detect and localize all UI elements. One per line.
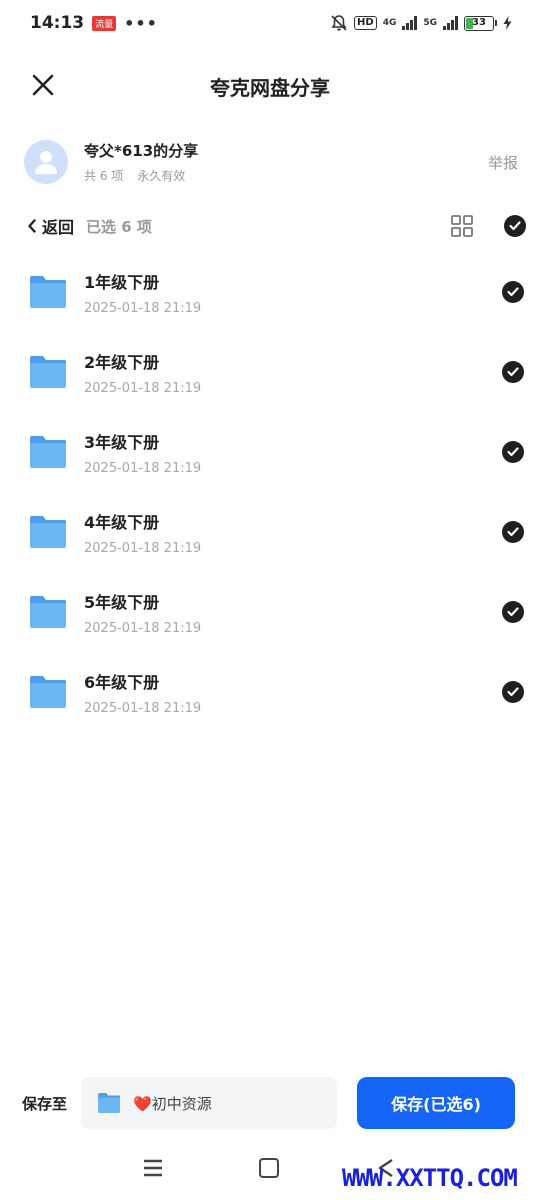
file-name: 5年级下册	[84, 592, 160, 612]
folder-icon	[30, 596, 66, 628]
network-4g-label: 4G	[382, 17, 397, 28]
check-icon	[507, 447, 519, 457]
folder-icon	[30, 356, 66, 388]
battery-level: 33	[472, 16, 486, 28]
file-checkbox[interactable]	[502, 281, 524, 303]
share-owner-name: 夸父*613的分享	[84, 142, 199, 160]
status-time: 14:13	[30, 13, 85, 33]
check-icon	[507, 287, 519, 297]
file-row[interactable]: 4年级下册 2025-01-18 21:19	[0, 492, 540, 572]
back-label: 返回	[42, 218, 75, 237]
grid-view-button[interactable]	[450, 214, 474, 238]
file-date: 2025-01-18 21:19	[84, 460, 202, 476]
network-5g-label: 5G	[423, 17, 437, 28]
avatar	[24, 140, 68, 184]
file-name: 2年级下册	[84, 352, 160, 372]
share-text: 夸父*613的分享 共 6 项永久有效	[84, 140, 198, 184]
file-name: 1年级下册	[84, 272, 160, 292]
selected-count: 已选 6 项	[86, 217, 152, 236]
back-button[interactable]: 返回	[28, 214, 74, 238]
menu-icon[interactable]	[142, 1158, 164, 1178]
file-checkbox[interactable]	[502, 601, 524, 623]
status-bar: 14:13 流量 ••• HD 4G 5G 33	[0, 0, 540, 46]
file-date: 2025-01-18 21:19	[84, 700, 202, 716]
file-checkbox[interactable]	[502, 361, 524, 383]
check-icon	[507, 687, 519, 697]
file-list: 1年级下册 2025-01-18 21:19 2年级下册 2025-01-18 …	[0, 252, 540, 732]
target-folder-selector[interactable]: ❤️初中资源	[81, 1077, 338, 1129]
folder-icon	[30, 276, 66, 308]
file-checkbox[interactable]	[502, 681, 524, 703]
file-name: 4年级下册	[84, 512, 160, 532]
folder-icon	[98, 1093, 121, 1113]
share-meta: 共 6 项永久有效	[84, 167, 198, 184]
page-title: 夸克网盘分享	[210, 76, 330, 100]
battery-icon: 33	[464, 15, 497, 31]
hd-voice-icon: HD	[354, 16, 377, 30]
folder-icon	[30, 516, 66, 548]
folder-icon	[30, 436, 66, 468]
check-icon	[507, 367, 519, 377]
save-bar: 保存至 ❤️初中资源 保存(已选6)	[0, 1074, 540, 1132]
select-all-checkbox[interactable]	[504, 215, 526, 237]
check-icon	[509, 221, 521, 231]
share-item-count: 共 6 项	[84, 169, 124, 183]
home-button[interactable]	[259, 1158, 279, 1178]
check-icon	[507, 607, 519, 617]
folder-icon	[30, 676, 66, 708]
bell-muted-icon	[331, 15, 347, 31]
file-row[interactable]: 3年级下册 2025-01-18 21:19	[0, 412, 540, 492]
file-date: 2025-01-18 21:19	[84, 620, 202, 636]
selection-bar: 返回 已选 6 项	[28, 206, 526, 246]
file-row[interactable]: 2年级下册 2025-01-18 21:19	[0, 332, 540, 412]
file-name: 6年级下册	[84, 672, 160, 692]
check-icon	[507, 527, 519, 537]
watermark: WWW.XXTTQ.COM	[342, 1164, 518, 1192]
file-row[interactable]: 5年级下册 2025-01-18 21:19	[0, 572, 540, 652]
save-button[interactable]: 保存(已选6)	[357, 1077, 516, 1129]
signal-icon-2	[443, 16, 458, 30]
user-icon	[35, 151, 57, 174]
file-row[interactable]: 6年级下册 2025-01-18 21:19	[0, 652, 540, 732]
target-folder-name: ❤️初中资源	[133, 1094, 212, 1113]
status-icons: HD 4G 5G 33	[330, 14, 512, 32]
file-checkbox[interactable]	[502, 441, 524, 463]
file-name: 3年级下册	[84, 432, 160, 452]
charging-icon	[503, 16, 512, 30]
file-checkbox[interactable]	[502, 521, 524, 543]
share-info: 夸父*613的分享 共 6 项永久有效 举报	[24, 136, 520, 188]
file-date: 2025-01-18 21:19	[84, 380, 202, 396]
save-to-label: 保存至	[22, 1094, 68, 1113]
grid-view-icon	[451, 215, 473, 237]
report-button[interactable]: 举报	[488, 152, 518, 173]
more-notifications-icon: •••	[124, 13, 158, 33]
share-validity: 永久有效	[137, 169, 186, 183]
file-date: 2025-01-18 21:19	[84, 300, 202, 316]
title-bar: 夸克网盘分享	[0, 58, 540, 112]
data-usage-badge: 流量	[92, 15, 117, 31]
signal-icon	[402, 16, 418, 30]
file-date: 2025-01-18 21:19	[84, 540, 202, 556]
file-row[interactable]: 1年级下册 2025-01-18 21:19	[0, 252, 540, 332]
chevron-left-icon	[28, 219, 36, 233]
